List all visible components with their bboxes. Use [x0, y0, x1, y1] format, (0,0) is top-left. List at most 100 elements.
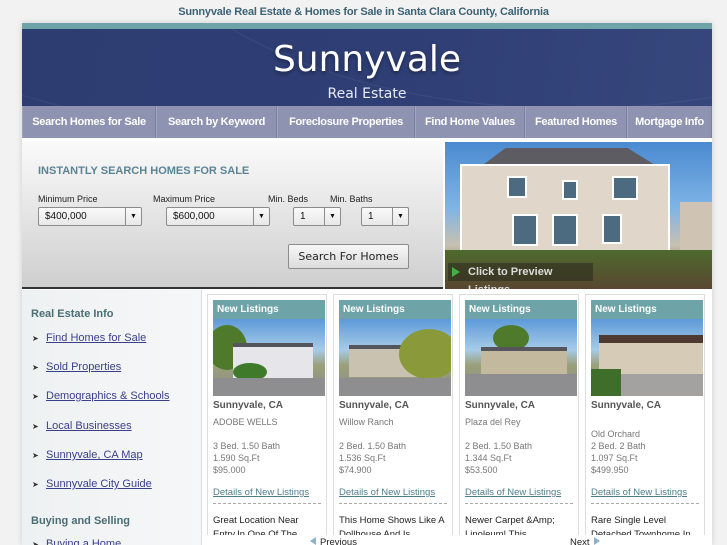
sidebar-item-label[interactable]: Demographics & Schools [46, 390, 170, 402]
previous-label: Previous [320, 537, 357, 545]
listing-community: Old Orchard [591, 429, 641, 439]
listing-price: $499.950 [591, 465, 629, 475]
listing-price: $53.500 [465, 465, 498, 475]
listing-details-link[interactable]: Details of New Listings [591, 487, 687, 498]
next-arrow-icon [593, 537, 600, 545]
hero-image[interactable]: Click to Preview Listings [445, 142, 712, 289]
previous-button[interactable]: Previous [310, 537, 357, 545]
preview-listings-link[interactable]: Click to Preview Listings [448, 263, 593, 289]
search-for-homes-button[interactable]: Search For Homes [288, 244, 409, 269]
min-price-value: $400,000 [45, 211, 87, 222]
listing-photo[interactable] [213, 319, 325, 396]
nav-search-homes-for-sale[interactable]: Search Homes for Sale [22, 106, 156, 138]
hero-window-decoration [507, 176, 527, 198]
nav-mortgage-info[interactable]: Mortgage Info [627, 106, 712, 138]
divider [213, 503, 321, 504]
search-heading: INSTANTLY SEARCH HOMES FOR SALE [38, 165, 250, 177]
sidebar: Real Estate Info ➤ Find Homes for Sale ➤ S… [22, 290, 202, 545]
divider [591, 503, 699, 504]
new-listings-badge: New Listings [213, 300, 325, 319]
arrow-bullet-icon: ➤ [32, 540, 39, 545]
listing-photo[interactable] [465, 319, 577, 396]
listing-details-link[interactable]: Details of New Listings [213, 487, 309, 498]
next-button[interactable]: Next [570, 537, 600, 545]
min-baths-label: Min. Baths [330, 194, 373, 204]
arrow-bullet-icon: ➤ [32, 392, 39, 401]
sidebar-item-sunnyvale-city-guide[interactable]: ➤ Sunnyvale City Guide [32, 478, 152, 490]
listing-beds-baths: 2 Bed. 1.50 Bath [339, 441, 407, 451]
listing-description-line: This Home Shows Like A [339, 515, 445, 526]
listing-sqft: 1.536 Sq.Ft [339, 453, 386, 463]
min-beds-label: Min. Beds [268, 194, 309, 204]
listing-community: ADOBE WELLS [213, 417, 278, 427]
sidebar-item-demographics-schools[interactable]: ➤ Demographics & Schools [32, 390, 170, 402]
arrow-bullet-icon: ➤ [32, 334, 39, 343]
photo-road-decoration [465, 374, 577, 396]
listing-community: Plaza del Rey [465, 417, 521, 427]
listing-photo[interactable] [591, 319, 703, 396]
sidebar-item-find-homes-for-sale[interactable]: ➤ Find Homes for Sale [32, 332, 146, 344]
nav-foreclosure-properties[interactable]: Foreclosure Properties [277, 106, 415, 138]
listing-community: Willow Ranch [339, 417, 394, 427]
listing-beds-baths: 2 Bed. 2 Bath [591, 441, 646, 451]
listing-photo[interactable] [339, 319, 451, 396]
photo-house-decoration [481, 347, 567, 375]
sidebar-item-sunnyvale-map[interactable]: ➤ Sunnyvale, CA Map [32, 449, 143, 461]
listing-card: New Listings Sunnyvale, CA Plaza del Rey… [459, 294, 579, 545]
arrow-bullet-icon: ➤ [32, 363, 39, 372]
nav-find-home-values[interactable]: Find Home Values [415, 106, 525, 138]
hero-window-decoration [562, 180, 578, 200]
listing-sqft: 1.344 Sq.Ft [465, 453, 512, 463]
nav-featured-homes[interactable]: Featured Homes [525, 106, 627, 138]
min-beds-value: 1 [300, 211, 306, 222]
listing-description-line: Newer Carpet &Amp; [465, 515, 555, 526]
sidebar-item-buying-a-home[interactable]: ➤ Buying a Home [32, 538, 121, 545]
chevron-down-icon: ▼ [125, 208, 141, 225]
chevron-down-icon: ▼ [392, 208, 408, 225]
min-baths-select[interactable]: 1 ▼ [361, 207, 409, 226]
sidebar-item-local-businesses[interactable]: ➤ Local Businesses [32, 420, 132, 432]
next-label: Next [570, 537, 590, 545]
sidebar-item-label[interactable]: Find Homes for Sale [46, 332, 146, 344]
pager-bar [203, 535, 712, 545]
listing-beds-baths: 3 Bed. 1.50 Bath [213, 441, 281, 451]
min-beds-select[interactable]: 1 ▼ [293, 207, 341, 226]
main-nav: Search Homes for Sale Search by Keyword … [22, 106, 712, 138]
sidebar-item-label[interactable]: Local Businesses [46, 420, 132, 432]
min-baths-value: 1 [368, 211, 374, 222]
sidebar-item-label[interactable]: Sold Properties [46, 361, 121, 373]
divider [339, 503, 447, 504]
sidebar-item-label[interactable]: Buying a Home [46, 538, 121, 545]
max-price-select[interactable]: $600,000 ▼ [166, 207, 270, 226]
listing-description-line: Great Location Near [213, 515, 299, 526]
sidebar-item-label[interactable]: Sunnyvale City Guide [46, 478, 152, 490]
listing-description-line: Rare Single Level [591, 515, 666, 526]
new-listings-badge: New Listings [465, 300, 577, 319]
chevron-down-icon: ▼ [324, 208, 340, 225]
sidebar-item-label[interactable]: Sunnyvale, CA Map [46, 449, 143, 461]
nav-search-by-keyword[interactable]: Search by Keyword [156, 106, 277, 138]
listing-sqft: 1.590 Sq.Ft [213, 453, 260, 463]
new-listings-badge: New Listings [339, 300, 451, 319]
arrow-bullet-icon: ➤ [32, 422, 39, 431]
listing-card: New Listings Sunnyvale, CA Willow Ranch … [333, 294, 453, 545]
sidebar-item-sold-properties[interactable]: ➤ Sold Properties [32, 361, 121, 373]
min-price-label: Minimum Price [38, 194, 98, 204]
listing-details-link[interactable]: Details of New Listings [465, 487, 561, 498]
sidebar-heading-real-estate-info: Real Estate Info [31, 308, 114, 320]
listing-city: Sunnyvale, CA [465, 400, 536, 411]
listing-card: New Listings Sunnyvale, CA Old Orchard 2… [585, 294, 705, 545]
photo-road-decoration [213, 378, 325, 396]
green-arrow-icon [452, 267, 460, 277]
listing-city: Sunnyvale, CA [213, 400, 284, 411]
hero-window-decoration [602, 214, 622, 244]
min-price-select[interactable]: $400,000 ▼ [38, 207, 142, 226]
listing-city: Sunnyvale, CA [591, 400, 662, 411]
max-price-label: Maximum Price [153, 194, 216, 204]
max-price-value: $600,000 [173, 211, 215, 222]
divider [465, 503, 573, 504]
chevron-down-icon: ▼ [253, 208, 269, 225]
listing-details-link[interactable]: Details of New Listings [339, 487, 435, 498]
listing-card: New Listings Sunnyvale, CA ADOBE WELLS 3… [207, 294, 327, 545]
photo-tree-decoration [399, 329, 451, 379]
